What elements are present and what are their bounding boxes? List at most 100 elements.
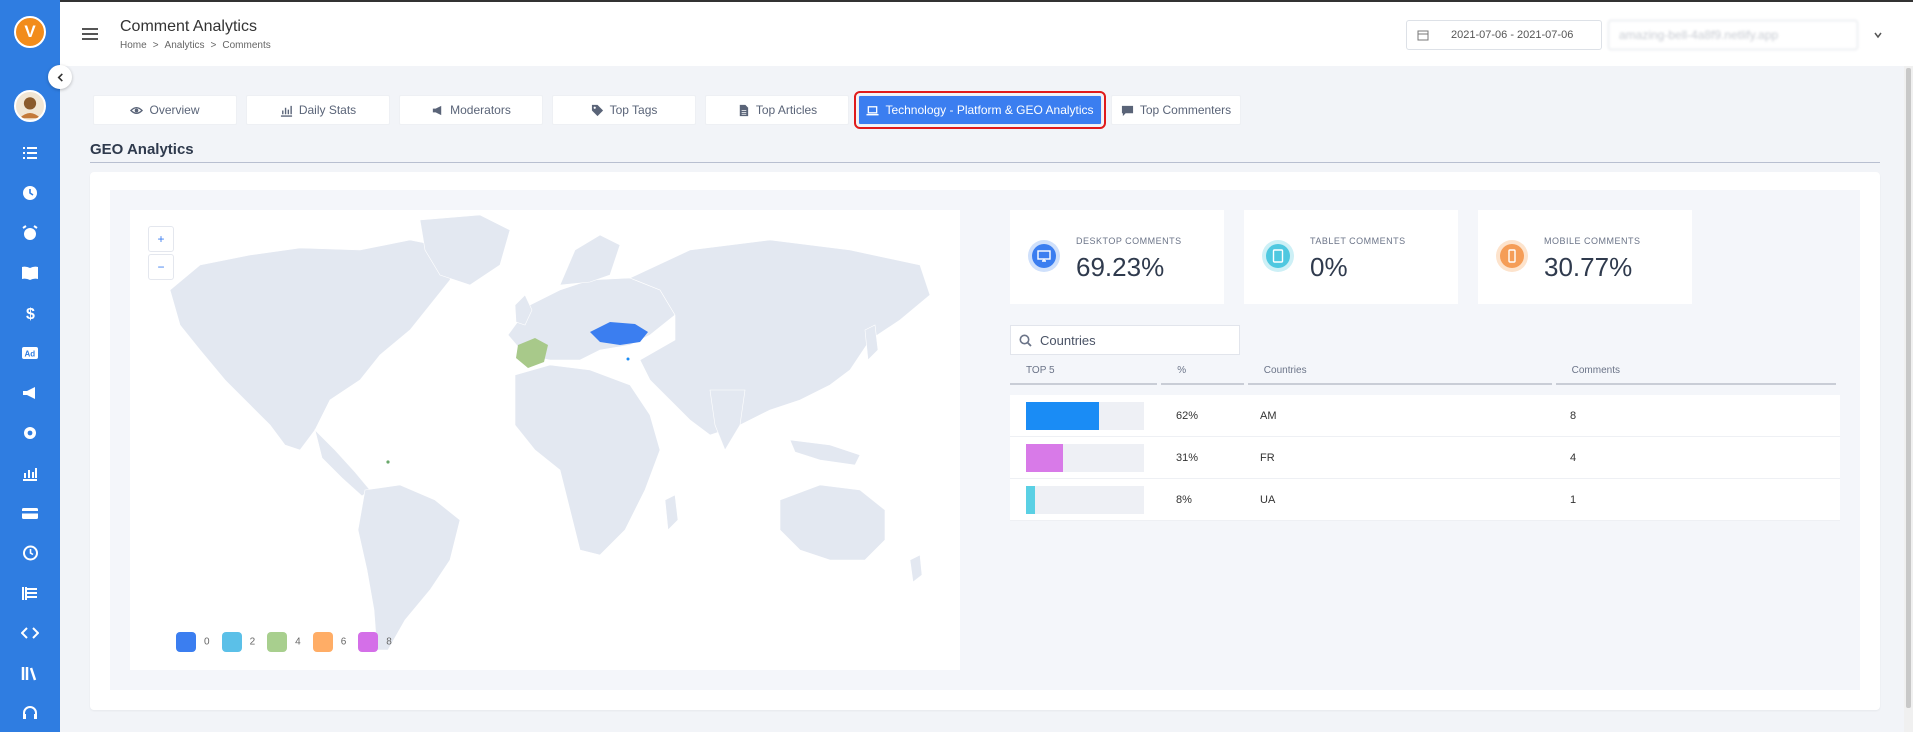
date-range-picker[interactable]: 2021-07-06 - 2021-07-06 bbox=[1406, 20, 1602, 50]
scrollbar[interactable] bbox=[1904, 66, 1913, 732]
alarm-icon bbox=[22, 225, 38, 240]
section-divider bbox=[90, 162, 1880, 163]
bars-icon bbox=[22, 587, 37, 600]
user-avatar[interactable] bbox=[14, 90, 46, 122]
tab-overview[interactable]: Overview bbox=[93, 95, 237, 125]
sidebar-item[interactable] bbox=[18, 262, 42, 284]
percent-cell: 62% bbox=[1176, 409, 1199, 422]
world-map-panel: + − 0 2 4 6 8 bbox=[130, 210, 960, 670]
tab-moderators[interactable]: Moderators bbox=[399, 95, 543, 125]
top5-bar-cell bbox=[1010, 443, 1160, 472]
eye-icon bbox=[130, 106, 144, 114]
comment-icon bbox=[1121, 105, 1133, 116]
table-row: 62% AM 8 bbox=[1010, 395, 1840, 437]
column-header-percent[interactable]: % bbox=[1161, 365, 1244, 385]
country-cell: AM bbox=[1260, 409, 1277, 422]
sidebar-item[interactable] bbox=[18, 542, 42, 564]
comments-cell: 4 bbox=[1570, 451, 1577, 464]
sidebar-item[interactable] bbox=[18, 502, 42, 524]
progress-bar bbox=[1026, 401, 1144, 430]
menu-icon[interactable] bbox=[82, 28, 98, 40]
sidebar-item[interactable] bbox=[18, 582, 42, 604]
tab-label: Top Articles bbox=[755, 103, 818, 117]
page-title: Comment Analytics bbox=[120, 18, 257, 35]
dollar-icon: $ bbox=[26, 306, 35, 322]
svg-text:$: $ bbox=[26, 306, 35, 322]
gear-icon bbox=[24, 427, 36, 439]
countries-search-input[interactable]: Countries bbox=[1010, 325, 1240, 355]
tab-label: Top Commenters bbox=[1139, 103, 1232, 117]
tab-top-commenters[interactable]: Top Commenters bbox=[1111, 95, 1241, 125]
breadcrumb: Home > Analytics > Comments bbox=[120, 40, 271, 51]
file-icon bbox=[739, 104, 748, 116]
country-cell: FR bbox=[1260, 451, 1275, 464]
tab-label: Top Tags bbox=[609, 103, 658, 117]
chevron-down-icon bbox=[1874, 32, 1882, 39]
tab-daily-stats[interactable]: Daily Stats bbox=[246, 95, 390, 125]
tab-label: Overview bbox=[149, 103, 200, 117]
site-select-value: amazing-bell-4a8f9.netlify.app bbox=[1619, 28, 1779, 42]
top-countries-table: TOP 5 % Countries Comments 62% AM 8 31% FR 4 8… bbox=[1010, 365, 1840, 521]
clock-icon bbox=[23, 186, 37, 200]
zoom-out-button[interactable]: − bbox=[148, 254, 174, 280]
percent-cell: 31% bbox=[1176, 451, 1199, 464]
progress-fill bbox=[1026, 485, 1036, 514]
tablet-comments-stat: TABLET COMMENTS 0% bbox=[1244, 210, 1458, 304]
column-header-top5[interactable]: TOP 5 bbox=[1010, 365, 1158, 385]
sidebar-item[interactable] bbox=[18, 702, 42, 724]
card-icon bbox=[22, 508, 38, 519]
column-header-countries[interactable]: Countries bbox=[1247, 365, 1552, 385]
search-icon bbox=[1019, 334, 1032, 347]
progress-bar bbox=[1026, 443, 1144, 472]
progress-fill bbox=[1026, 401, 1100, 430]
sidebar-item[interactable]: Ad bbox=[18, 342, 42, 364]
search-placeholder: Countries bbox=[1040, 332, 1096, 348]
sidebar-item[interactable] bbox=[18, 222, 42, 244]
sidebar-item[interactable] bbox=[18, 382, 42, 404]
column-header-comments[interactable]: Comments bbox=[1555, 365, 1836, 385]
sidebar-item[interactable] bbox=[18, 622, 42, 644]
legend-item: 2 bbox=[221, 632, 255, 652]
sidebar-item[interactable] bbox=[18, 142, 42, 164]
comments-cell: 8 bbox=[1570, 409, 1577, 422]
breadcrumb-separator: > bbox=[152, 40, 159, 51]
desktop-comments-stat: DESKTOP COMMENTS 69.23% bbox=[1010, 210, 1224, 304]
sidebar-item[interactable] bbox=[18, 662, 42, 684]
mobile-icon bbox=[1496, 240, 1528, 272]
megaphone-icon bbox=[432, 105, 442, 115]
top-bar: Comment Analytics Home > Analytics > Com… bbox=[60, 0, 1913, 66]
progress-fill bbox=[1026, 443, 1063, 472]
collapse-sidebar-button[interactable] bbox=[48, 65, 72, 89]
breadcrumb-analytics[interactable]: Analytics bbox=[165, 40, 205, 51]
sidebar-item[interactable] bbox=[18, 462, 42, 484]
chevron-left-icon bbox=[57, 72, 63, 82]
geo-analytics-content: + − 0 2 4 6 8 DESKTOP COMMENTS 69.23% TA… bbox=[110, 190, 1860, 690]
sidebar-item[interactable]: $ bbox=[18, 302, 42, 324]
breadcrumb-home[interactable]: Home bbox=[120, 40, 147, 51]
app-logo[interactable]: V bbox=[14, 16, 46, 48]
sidebar-item[interactable] bbox=[18, 182, 42, 204]
tablet-icon bbox=[1262, 240, 1294, 272]
legend-item: 8 bbox=[358, 632, 392, 652]
stat-label: MOBILE COMMENTS bbox=[1544, 236, 1641, 246]
table-row: 8% UA 1 bbox=[1010, 479, 1840, 521]
tab-bar: Overview Daily Stats Moderators Top Tags… bbox=[93, 91, 1241, 129]
laptop-icon bbox=[866, 105, 879, 115]
list-icon bbox=[23, 147, 37, 159]
map-legend: 0 2 4 6 8 bbox=[176, 632, 392, 652]
world-map[interactable] bbox=[130, 210, 960, 670]
site-select[interactable]: amazing-bell-4a8f9.netlify.app bbox=[1608, 20, 1858, 50]
chart-icon bbox=[280, 105, 292, 117]
tab-technology-geo[interactable]: Technology - Platform & GEO Analytics bbox=[854, 91, 1106, 129]
country-cell: UA bbox=[1260, 493, 1276, 506]
tab-label: Moderators bbox=[450, 103, 511, 117]
sidebar-item[interactable] bbox=[18, 422, 42, 444]
tab-top-articles[interactable]: Top Articles bbox=[705, 95, 849, 125]
date-range-value: 2021-07-06 - 2021-07-06 bbox=[1451, 29, 1574, 41]
calendar-icon bbox=[1417, 30, 1429, 41]
desktop-icon bbox=[1028, 240, 1060, 272]
zoom-in-button[interactable]: + bbox=[148, 226, 174, 252]
mobile-comments-stat: MOBILE COMMENTS 30.77% bbox=[1478, 210, 1692, 304]
tab-label: Technology - Platform & GEO Analytics bbox=[885, 103, 1094, 117]
tab-top-tags[interactable]: Top Tags bbox=[552, 95, 696, 125]
